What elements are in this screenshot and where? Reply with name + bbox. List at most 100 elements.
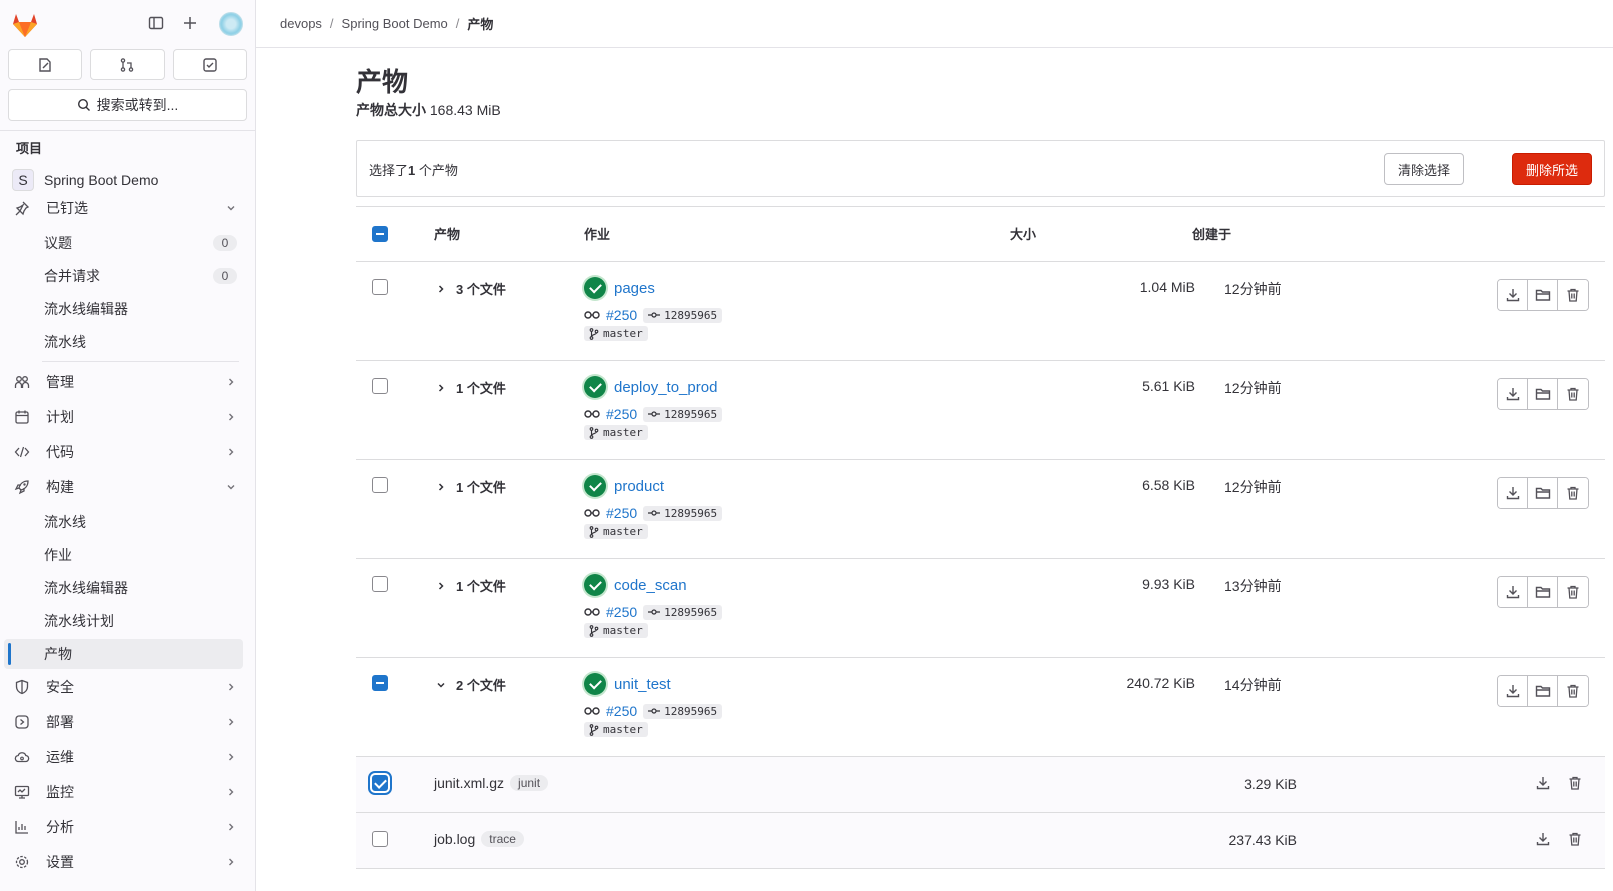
delete-icon[interactable] xyxy=(1558,676,1588,706)
sidebar-toggle-icon[interactable] xyxy=(148,15,168,35)
nav-manage[interactable]: 管理 xyxy=(4,367,243,397)
job-link[interactable]: deploy_to_prod xyxy=(614,379,717,396)
nav-label: 运维 xyxy=(46,749,74,765)
nav-pipeline-editor[interactable]: 流水线编辑器 xyxy=(4,573,243,603)
pipeline-link[interactable]: #250 xyxy=(606,505,637,521)
nav-pinned[interactable]: 已钉选 xyxy=(4,193,243,223)
status-success-icon[interactable] xyxy=(584,475,606,497)
branch-name[interactable]: master xyxy=(584,722,648,737)
pipeline-link[interactable]: #250 xyxy=(606,307,637,323)
row-checkbox[interactable] xyxy=(372,477,388,493)
row-checkbox[interactable] xyxy=(372,576,388,592)
job-link[interactable]: code_scan xyxy=(614,577,687,594)
nav-plan[interactable]: 计划 xyxy=(4,402,243,432)
download-icon[interactable] xyxy=(1498,379,1528,409)
job-link[interactable]: product xyxy=(614,478,664,495)
merge-request-icon xyxy=(121,57,134,72)
commit-sha[interactable]: 12895965 xyxy=(643,505,723,521)
nav-pipelines[interactable]: 流水线 xyxy=(4,507,243,537)
artifact-size: 1.04 MiB xyxy=(1139,279,1195,295)
row-checkbox[interactable] xyxy=(372,279,388,295)
files-toggle[interactable]: 1 个文件 xyxy=(436,576,506,595)
chevron-down-icon xyxy=(436,680,448,690)
project-link[interactable]: S Spring Boot Demo xyxy=(12,166,243,194)
download-icon[interactable] xyxy=(1498,577,1528,607)
nav-jobs[interactable]: 作业 xyxy=(4,540,243,570)
files-toggle[interactable]: 3 个文件 xyxy=(436,279,506,298)
files-toggle[interactable]: 1 个文件 xyxy=(436,378,506,397)
pipeline-link[interactable]: #250 xyxy=(606,406,637,422)
browse-folder-icon[interactable] xyxy=(1528,478,1558,508)
commit-sha[interactable]: 12895965 xyxy=(643,604,723,620)
delete-icon[interactable] xyxy=(1558,280,1588,310)
files-toggle[interactable]: 2 个文件 xyxy=(436,675,506,694)
download-icon[interactable] xyxy=(1535,775,1551,791)
nav-operate[interactable]: 运维 xyxy=(4,742,243,772)
delete-icon[interactable] xyxy=(1567,775,1583,791)
commit-sha[interactable]: 12895965 xyxy=(643,703,723,719)
total-size-value: 168.43 MiB xyxy=(429,102,501,118)
job-link[interactable]: unit_test xyxy=(614,676,671,693)
nav-artifacts[interactable]: 产物 xyxy=(4,639,243,669)
gitlab-logo-icon[interactable] xyxy=(10,10,40,40)
user-avatar[interactable] xyxy=(219,12,243,36)
issues-tab[interactable] xyxy=(8,49,83,80)
nav-pipeline-editor-pinned[interactable]: 流水线编辑器 xyxy=(4,294,243,324)
nav-deploy[interactable]: 部署 xyxy=(4,707,243,737)
plus-icon[interactable] xyxy=(182,15,202,35)
download-icon[interactable] xyxy=(1498,280,1528,310)
browse-folder-icon[interactable] xyxy=(1528,577,1558,607)
job-link[interactable]: pages xyxy=(614,280,655,297)
nav-merge-requests[interactable]: 合并请求 0 xyxy=(4,261,243,291)
delete-icon[interactable] xyxy=(1558,379,1588,409)
nav-pipelines-pinned[interactable]: 流水线 xyxy=(4,327,243,357)
branch-name[interactable]: master xyxy=(584,623,648,638)
issues-icon xyxy=(39,57,51,72)
branch-name[interactable]: master xyxy=(584,524,648,539)
browse-folder-icon[interactable] xyxy=(1528,379,1558,409)
breadcrumb-item[interactable]: devops xyxy=(280,16,322,31)
commit-sha[interactable]: 12895965 xyxy=(643,406,723,422)
status-success-icon[interactable] xyxy=(584,376,606,398)
divider xyxy=(42,361,239,362)
download-icon[interactable] xyxy=(1498,478,1528,508)
nav-settings[interactable]: 设置 xyxy=(4,847,243,877)
pipeline-link[interactable]: #250 xyxy=(606,604,637,620)
status-success-icon[interactable] xyxy=(584,673,606,695)
search-button[interactable]: 搜索或转到... xyxy=(8,89,247,121)
delete-icon[interactable] xyxy=(1567,831,1583,847)
pipeline-link[interactable]: #250 xyxy=(606,703,637,719)
todo-tab[interactable] xyxy=(172,49,247,80)
file-checkbox[interactable] xyxy=(372,775,388,791)
status-success-icon[interactable] xyxy=(584,574,606,596)
file-checkbox[interactable] xyxy=(372,831,388,847)
nav-analyze[interactable]: 分析 xyxy=(4,812,243,842)
select-all-checkbox[interactable] xyxy=(372,226,388,242)
nav-issues[interactable]: 议题 0 xyxy=(4,228,243,258)
merge-requests-tab[interactable] xyxy=(90,49,165,80)
status-success-icon[interactable] xyxy=(584,277,606,299)
nav-code[interactable]: 代码 xyxy=(4,437,243,467)
delete-icon[interactable] xyxy=(1558,478,1588,508)
delete-icon[interactable] xyxy=(1558,577,1588,607)
download-icon[interactable] xyxy=(1498,676,1528,706)
delete-selected-button[interactable]: 删除所选 xyxy=(1512,153,1592,185)
total-size: 产物总大小 168.43 MiB xyxy=(356,100,501,120)
browse-folder-icon[interactable] xyxy=(1528,676,1558,706)
nav-monitor[interactable]: 监控 xyxy=(4,777,243,807)
browse-folder-icon[interactable] xyxy=(1528,280,1558,310)
download-icon[interactable] xyxy=(1535,831,1551,847)
row-checkbox[interactable] xyxy=(372,378,388,394)
nav-build[interactable]: 构建 xyxy=(4,472,243,502)
clear-selection-button[interactable]: 清除选择 xyxy=(1384,153,1464,185)
nav-secure[interactable]: 安全 xyxy=(4,672,243,702)
files-toggle[interactable]: 1 个文件 xyxy=(436,477,506,496)
breadcrumb-current[interactable]: 产物 xyxy=(467,14,493,33)
branch-name[interactable]: master xyxy=(584,425,648,440)
nav-pipeline-schedules[interactable]: 流水线计划 xyxy=(4,606,243,636)
branch-name[interactable]: master xyxy=(584,326,648,341)
commit-sha[interactable]: 12895965 xyxy=(643,307,723,323)
breadcrumb-item[interactable]: Spring Boot Demo xyxy=(342,16,448,31)
branch-icon xyxy=(589,624,599,637)
row-checkbox[interactable] xyxy=(372,675,388,691)
